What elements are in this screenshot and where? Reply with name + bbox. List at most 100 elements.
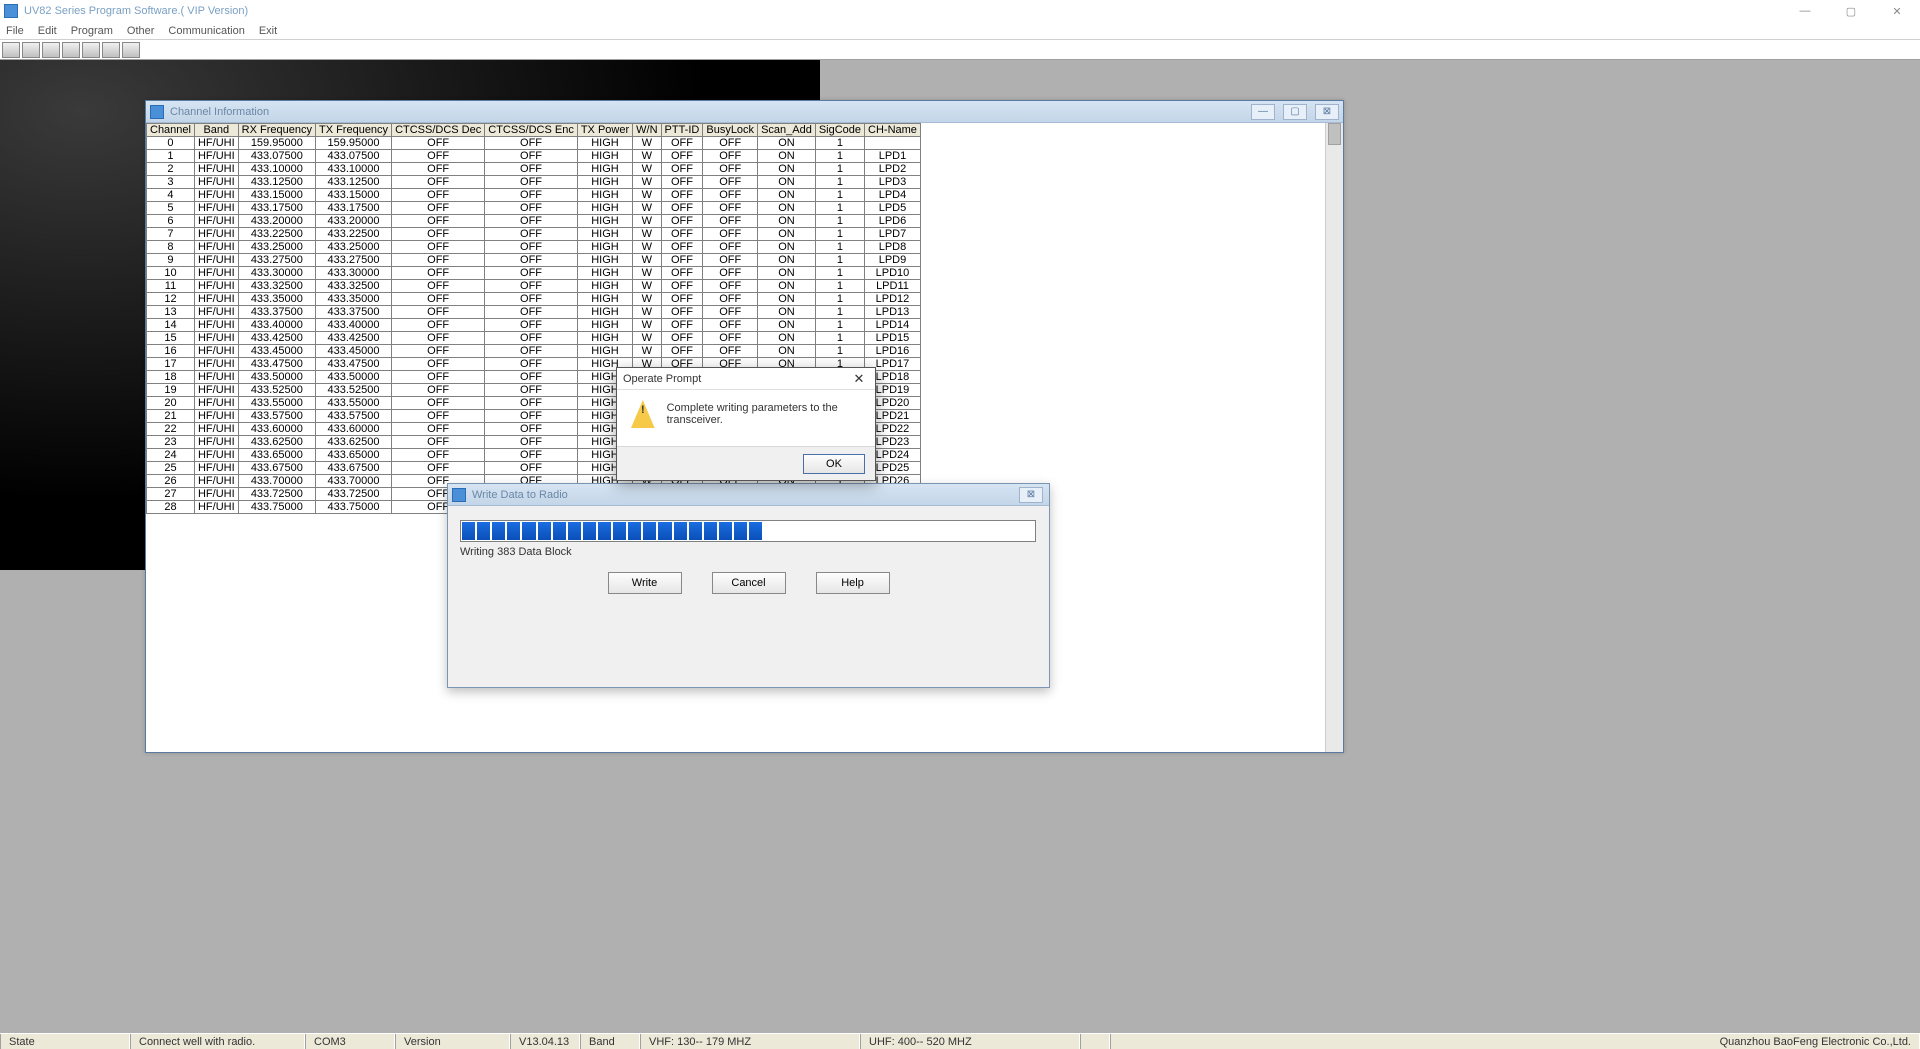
table-cell[interactable]: 433.72500 (315, 488, 391, 501)
column-header[interactable]: BusyLock (703, 124, 758, 137)
table-cell[interactable]: OFF (485, 345, 578, 358)
table-cell[interactable]: HF/UHI (194, 267, 238, 280)
table-cell[interactable]: 1 (815, 202, 864, 215)
table-cell[interactable]: OFF (703, 280, 758, 293)
menu-edit[interactable]: Edit (38, 25, 57, 37)
table-cell[interactable]: 27 (147, 488, 195, 501)
table-cell[interactable]: 433.32500 (238, 280, 315, 293)
table-cell[interactable]: 433.10000 (238, 163, 315, 176)
table-cell[interactable]: OFF (485, 228, 578, 241)
table-cell[interactable]: 433.07500 (238, 150, 315, 163)
table-cell[interactable]: 433.42500 (315, 332, 391, 345)
table-cell[interactable]: HF/UHI (194, 332, 238, 345)
table-cell[interactable]: 1 (815, 189, 864, 202)
table-cell[interactable]: OFF (485, 397, 578, 410)
table-cell[interactable]: ON (758, 345, 816, 358)
table-cell[interactable]: ON (758, 163, 816, 176)
prompt-close-button[interactable]: ✕ (849, 371, 869, 387)
table-cell[interactable]: LPD4 (865, 189, 921, 202)
table-cell[interactable]: 1 (815, 163, 864, 176)
table-cell[interactable]: 22 (147, 423, 195, 436)
toolbar-btn-6[interactable] (102, 42, 120, 58)
table-cell[interactable]: ON (758, 189, 816, 202)
table-cell[interactable]: HF/UHI (194, 423, 238, 436)
table-cell[interactable]: OFF (392, 436, 485, 449)
table-cell[interactable]: 433.60000 (315, 423, 391, 436)
table-cell[interactable]: OFF (661, 319, 703, 332)
toolbar-btn-7[interactable] (122, 42, 140, 58)
table-cell[interactable]: OFF (661, 345, 703, 358)
table-cell[interactable]: 433.72500 (238, 488, 315, 501)
table-cell[interactable]: OFF (485, 137, 578, 150)
table-cell[interactable]: 1 (815, 137, 864, 150)
menu-communication[interactable]: Communication (168, 25, 244, 37)
table-cell[interactable]: 19 (147, 384, 195, 397)
table-row[interactable]: 10HF/UHI433.30000433.30000OFFOFFHIGHWOFF… (147, 267, 921, 280)
table-cell[interactable]: W (633, 228, 661, 241)
table-cell[interactable]: OFF (392, 215, 485, 228)
table-cell[interactable]: ON (758, 176, 816, 189)
table-cell[interactable]: 433.15000 (315, 189, 391, 202)
child-close-button[interactable]: ⊠ (1315, 104, 1339, 120)
column-header[interactable]: W/N (633, 124, 661, 137)
column-header[interactable]: Band (194, 124, 238, 137)
table-cell[interactable]: 1 (815, 319, 864, 332)
table-cell[interactable]: HIGH (577, 267, 632, 280)
table-cell[interactable]: 433.45000 (238, 345, 315, 358)
table-cell[interactable]: LPD7 (865, 228, 921, 241)
scrollbar-thumb[interactable] (1328, 123, 1341, 145)
table-cell[interactable]: ON (758, 241, 816, 254)
table-cell[interactable]: 433.50000 (315, 371, 391, 384)
table-cell[interactable]: 433.65000 (238, 449, 315, 462)
table-cell[interactable]: 433.55000 (315, 397, 391, 410)
table-cell[interactable]: OFF (392, 163, 485, 176)
table-cell[interactable]: OFF (485, 423, 578, 436)
table-cell[interactable]: 433.67500 (238, 462, 315, 475)
table-cell[interactable]: LPD12 (865, 293, 921, 306)
table-cell[interactable]: 1 (815, 150, 864, 163)
table-cell[interactable]: 433.40000 (238, 319, 315, 332)
table-cell[interactable]: OFF (392, 228, 485, 241)
table-cell[interactable]: OFF (703, 202, 758, 215)
table-cell[interactable]: 1 (815, 332, 864, 345)
table-cell[interactable]: W (633, 280, 661, 293)
table-cell[interactable]: HIGH (577, 254, 632, 267)
table-cell[interactable]: 0 (147, 137, 195, 150)
menu-program[interactable]: Program (71, 25, 113, 37)
table-cell[interactable]: 11 (147, 280, 195, 293)
table-cell[interactable]: OFF (392, 202, 485, 215)
channel-window-titlebar[interactable]: Channel Information — ▢ ⊠ (146, 101, 1343, 123)
table-cell[interactable]: 433.60000 (238, 423, 315, 436)
table-cell[interactable]: OFF (485, 267, 578, 280)
table-cell[interactable]: LPD5 (865, 202, 921, 215)
table-cell[interactable]: ON (758, 306, 816, 319)
table-cell[interactable]: HF/UHI (194, 436, 238, 449)
table-cell[interactable]: W (633, 319, 661, 332)
table-cell[interactable]: 433.57500 (315, 410, 391, 423)
table-cell[interactable]: 433.10000 (315, 163, 391, 176)
cancel-button[interactable]: Cancel (712, 572, 786, 594)
table-cell[interactable]: HF/UHI (194, 488, 238, 501)
table-cell[interactable]: OFF (485, 358, 578, 371)
table-cell[interactable]: OFF (661, 163, 703, 176)
table-cell[interactable]: OFF (392, 410, 485, 423)
table-cell[interactable]: OFF (485, 449, 578, 462)
table-cell[interactable]: 433.52500 (315, 384, 391, 397)
table-cell[interactable]: W (633, 241, 661, 254)
table-cell[interactable]: HF/UHI (194, 137, 238, 150)
table-cell[interactable]: OFF (392, 319, 485, 332)
close-button[interactable]: ✕ (1874, 0, 1920, 22)
toolbar-btn-2[interactable] (22, 42, 40, 58)
table-cell[interactable]: 433.50000 (238, 371, 315, 384)
table-row[interactable]: 3HF/UHI433.12500433.12500OFFOFFHIGHWOFFO… (147, 176, 921, 189)
table-cell[interactable]: OFF (392, 332, 485, 345)
table-cell[interactable]: OFF (703, 150, 758, 163)
table-cell[interactable]: OFF (485, 176, 578, 189)
table-cell[interactable]: 1 (815, 267, 864, 280)
table-cell[interactable]: 433.27500 (315, 254, 391, 267)
table-cell[interactable]: 1 (815, 228, 864, 241)
table-cell[interactable]: 1 (815, 176, 864, 189)
column-header[interactable]: Channel (147, 124, 195, 137)
table-cell[interactable]: ON (758, 280, 816, 293)
table-cell[interactable]: HIGH (577, 306, 632, 319)
